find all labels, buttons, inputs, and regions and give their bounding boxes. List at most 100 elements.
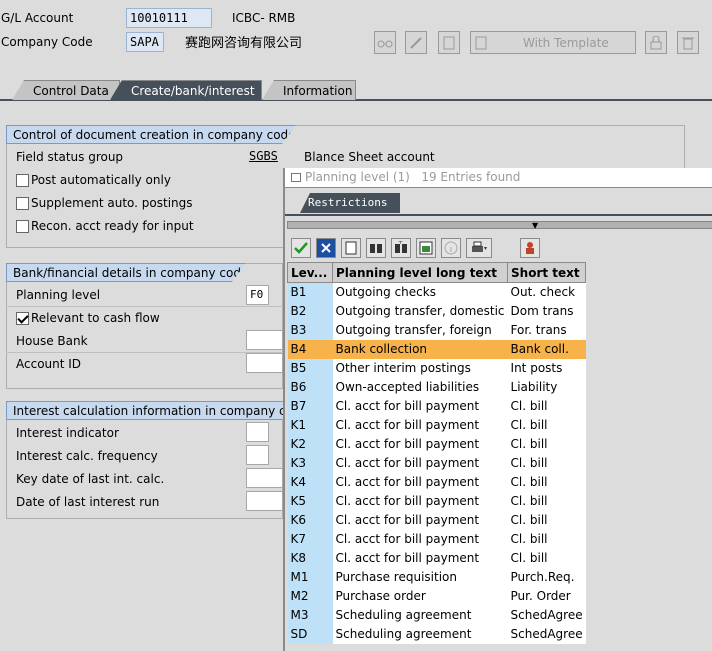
table-row[interactable]: B1 Outgoing checks Out. check <box>287 282 586 302</box>
personal-list-button[interactable] <box>520 238 540 258</box>
cell-level[interactable]: B6 <box>287 377 333 397</box>
cell-long-text[interactable]: Own-accepted liabilities <box>332 377 508 397</box>
cell-long-text[interactable]: Cl. acct for bill payment <box>332 510 508 530</box>
cell-long-text[interactable]: Cl. acct for bill payment <box>332 472 508 492</box>
cell-long-text[interactable]: Outgoing transfer, domestic <box>332 301 508 321</box>
planning-level-field[interactable]: F0 <box>246 285 269 305</box>
cell-short-text[interactable]: Cl. bill <box>507 434 586 454</box>
cell-level[interactable]: K3 <box>287 453 333 473</box>
cell-long-text[interactable]: Purchase order <box>332 586 508 606</box>
cell-long-text[interactable]: Outgoing transfer, foreign <box>332 320 508 340</box>
cell-level[interactable]: M1 <box>287 567 333 587</box>
post-automatically-checkbox[interactable] <box>16 174 29 187</box>
table-row[interactable]: K4 Cl. acct for bill payment Cl. bill <box>287 472 586 492</box>
confirm-button[interactable] <box>291 238 311 258</box>
cell-level[interactable]: K8 <box>287 548 333 568</box>
cell-long-text[interactable]: Cl. acct for bill payment <box>332 491 508 511</box>
cell-level[interactable]: M2 <box>287 586 333 606</box>
cell-level[interactable]: K4 <box>287 472 333 492</box>
new-list-button[interactable] <box>341 238 361 258</box>
cell-level[interactable]: B4 <box>287 339 333 359</box>
tab-create-bank-interest[interactable]: Create/bank/interest <box>110 80 262 100</box>
table-row[interactable]: B6 Own-accepted liabilities Liability <box>287 377 586 397</box>
relevant-cash-flow-checkbox[interactable] <box>16 312 29 325</box>
cell-level[interactable]: B5 <box>287 358 333 378</box>
cell-short-text[interactable]: Out. check <box>507 282 586 302</box>
recon-account-checkbox[interactable] <box>16 220 29 233</box>
table-row[interactable]: K3 Cl. acct for bill payment Cl. bill <box>287 453 586 473</box>
cell-level[interactable]: B3 <box>287 320 333 340</box>
restrictions-expander[interactable]: ▼ <box>287 221 712 230</box>
cell-short-text[interactable]: Cl. bill <box>507 415 586 435</box>
table-row[interactable]: B4 Bank collection Bank coll. <box>287 339 586 359</box>
table-row[interactable]: B5 Other interim postings Int posts <box>287 358 586 378</box>
cell-long-text[interactable]: Cl. acct for bill payment <box>332 529 508 549</box>
cell-long-text[interactable]: Bank collection <box>332 339 508 359</box>
cell-short-text[interactable]: Cl. bill <box>507 472 586 492</box>
cell-short-text[interactable]: Cl. bill <box>507 491 586 511</box>
table-row[interactable]: K7 Cl. acct for bill payment Cl. bill <box>287 529 586 549</box>
edit-button[interactable] <box>405 31 427 54</box>
tab-control-data[interactable]: Control Data <box>12 80 120 100</box>
table-row[interactable]: M3 Scheduling agreement SchedAgree <box>287 605 586 625</box>
account-id-field[interactable] <box>246 353 283 373</box>
column-header-short-text[interactable]: Short text <box>507 262 587 283</box>
cell-level[interactable]: K5 <box>287 491 333 511</box>
date-last-run-field[interactable] <box>246 491 283 511</box>
delete-button[interactable] <box>677 31 699 54</box>
table-row[interactable]: K5 Cl. acct for bill payment Cl. bill <box>287 491 586 511</box>
interest-frequency-field[interactable] <box>246 445 269 465</box>
cell-short-text[interactable]: Liability <box>507 377 586 397</box>
table-row[interactable]: SD Scheduling agreement SchedAgree <box>287 624 586 644</box>
cell-level[interactable]: SD <box>287 624 333 644</box>
cell-long-text[interactable]: Cl. acct for bill payment <box>332 396 508 416</box>
cell-short-text[interactable]: Cl. bill <box>507 529 586 549</box>
cell-level[interactable]: M3 <box>287 605 333 625</box>
with-template-button[interactable]: With Template <box>470 31 636 54</box>
cell-short-text[interactable]: Cl. bill <box>507 510 586 530</box>
cell-long-text[interactable]: Cl. acct for bill payment <box>332 453 508 473</box>
table-row[interactable]: K8 Cl. acct for bill payment Cl. bill <box>287 548 586 568</box>
column-header-long-text[interactable]: Planning level long text <box>331 262 509 283</box>
cell-short-text[interactable]: Dom trans <box>507 301 586 321</box>
cell-short-text[interactable]: SchedAgree <box>507 605 586 625</box>
information-button[interactable] <box>441 238 461 258</box>
table-row[interactable]: K6 Cl. acct for bill payment Cl. bill <box>287 510 586 530</box>
cell-long-text[interactable]: Cl. acct for bill payment <box>332 548 508 568</box>
print-button[interactable] <box>466 238 492 258</box>
table-row[interactable]: B3 Outgoing transfer, foreign For. trans <box>287 320 586 340</box>
cell-long-text[interactable]: Purchase requisition <box>332 567 508 587</box>
table-row[interactable]: B2 Outgoing transfer, domestic Dom trans <box>287 301 586 321</box>
interest-indicator-field[interactable] <box>246 422 269 442</box>
table-row[interactable]: B7 Cl. acct for bill payment Cl. bill <box>287 396 586 416</box>
cell-short-text[interactable]: Bank coll. <box>507 339 586 359</box>
find-next-button[interactable]: + <box>391 238 411 258</box>
cell-short-text[interactable]: Cl. bill <box>507 453 586 473</box>
table-row[interactable]: M2 Purchase order Pur. Order <box>287 586 586 606</box>
block-button[interactable] <box>645 31 667 54</box>
cell-level[interactable]: B7 <box>287 396 333 416</box>
cell-long-text[interactable]: Outgoing checks <box>332 282 508 302</box>
cell-level[interactable]: B1 <box>287 282 333 302</box>
restrictions-tab[interactable]: Restrictions <box>300 193 400 213</box>
cell-level[interactable]: B2 <box>287 301 333 321</box>
cell-long-text[interactable]: Cl. acct for bill payment <box>332 415 508 435</box>
table-row[interactable]: M1 Purchase requisition Purch.Req. <box>287 567 586 587</box>
cell-short-text[interactable]: Pur. Order <box>507 586 586 606</box>
display-change-button[interactable] <box>374 31 396 54</box>
key-date-field[interactable] <box>246 468 283 488</box>
cancel-button[interactable] <box>316 238 336 258</box>
find-button[interactable] <box>366 238 386 258</box>
cell-long-text[interactable]: Cl. acct for bill payment <box>332 434 508 454</box>
cell-level[interactable]: K1 <box>287 415 333 435</box>
cell-long-text[interactable]: Scheduling agreement <box>332 605 508 625</box>
cell-level[interactable]: K2 <box>287 434 333 454</box>
cell-short-text[interactable]: Cl. bill <box>507 396 586 416</box>
cell-short-text[interactable]: For. trans <box>507 320 586 340</box>
table-row[interactable]: K1 Cl. acct for bill payment Cl. bill <box>287 415 586 435</box>
cell-short-text[interactable]: Int posts <box>507 358 586 378</box>
column-header-level[interactable]: Lev... <box>287 262 333 283</box>
supplement-postings-checkbox[interactable] <box>16 197 29 210</box>
cell-long-text[interactable]: Other interim postings <box>332 358 508 378</box>
cell-long-text[interactable]: Scheduling agreement <box>332 624 508 644</box>
